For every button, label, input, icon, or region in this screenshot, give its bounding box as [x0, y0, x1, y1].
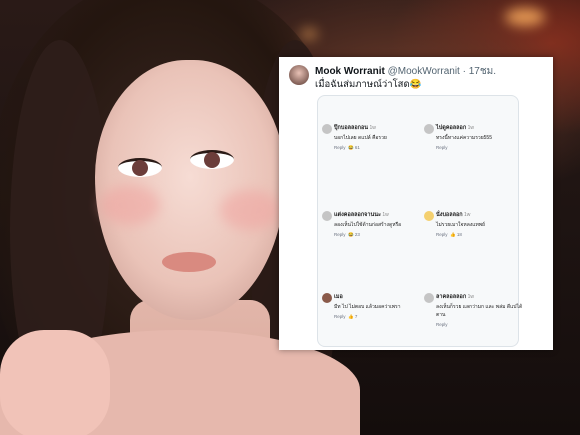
- handle-and-time: @MookWorranit · 17ชม.: [387, 66, 496, 77]
- background-light: [505, 8, 545, 26]
- background-light: [300, 28, 318, 40]
- comment-time: 1w: [467, 294, 474, 300]
- comment-avatar: [424, 211, 434, 221]
- tweet-text: เมื่อฉันส่มภาษณ์ว่าโสด😂: [315, 79, 422, 90]
- comment-text: บอกไปเลย ดแปล์ คือรวย: [334, 135, 387, 141]
- comment-username: ไปดูคอลลอก: [436, 125, 467, 131]
- comment-text: ทรงนี้ทางแค่ความรวย555: [436, 135, 492, 141]
- display-name[interactable]: Mook Worranit: [315, 66, 385, 77]
- comment-text: ลงเห็นก็รวย แลกว่ามก และ พล่ม ดีแปได้ตาน: [436, 304, 523, 318]
- comment-username: ลาคลอลลอก: [436, 294, 467, 300]
- comment-time: 1w: [382, 212, 389, 218]
- like-count: 18: [456, 232, 462, 237]
- comment-avatar: [424, 124, 434, 134]
- comment-item: ปุ๊กบอลลอกอน 1w บอกไปเลย ดแปล์ คือรวย Re…: [322, 124, 429, 151]
- comment-item: นั่งบอลลอก 1w ไม่รวยเมาใจหลงแทพย์ Reply …: [424, 211, 531, 238]
- tweet-card[interactable]: Mook Worranit @MookWorranit · 17ชม. เมื่…: [279, 57, 553, 350]
- reply-link: Reply: [334, 232, 346, 237]
- comment-text: มีท ไป ไม่ตอบ แล้วมอคว่าเพรา: [334, 304, 401, 310]
- reply-link: Reply: [436, 232, 448, 237]
- lips: [162, 252, 216, 272]
- comment-time: 1w: [369, 125, 376, 131]
- eye-right: [190, 150, 234, 169]
- like-count: 23: [354, 232, 360, 237]
- comment-time: 1w: [467, 125, 474, 131]
- comment-avatar: [322, 124, 332, 134]
- comment-avatar: [424, 293, 434, 303]
- like-count: 61: [354, 145, 360, 150]
- reply-link: Reply: [334, 314, 346, 319]
- comment-username: เมอ: [334, 294, 343, 300]
- comment-text: ลองเห็นไปใช้ด้านก่อสร้างดูหรือ: [334, 222, 402, 228]
- comment-username: ปุ๊กบอลลอกอน: [334, 125, 369, 131]
- comment-time: 1w: [464, 212, 471, 218]
- comment-item: แต่งคอลลอกจานนะ 1w ลองเห็นไปใช้ด้านก่อสร…: [322, 211, 429, 238]
- comment-item: ลาคลอลลอก 1w ลงเห็นก็รวย แลกว่ามก และ พล…: [424, 293, 531, 327]
- comment-username: นั่งบอลลอก: [436, 212, 463, 218]
- like-count: 7: [354, 314, 358, 319]
- comment-avatar: [322, 293, 332, 303]
- comment-username: แต่งคอลลอกจานนะ: [334, 212, 381, 218]
- reply-link: Reply: [334, 145, 346, 150]
- eye-left: [118, 158, 162, 177]
- comment-item: เมอ มีท ไป ไม่ตอบ แล้วมอคว่าเพรา Reply 👍…: [322, 293, 429, 320]
- avatar[interactable]: [289, 65, 309, 85]
- comment-text: ไม่รวยเมาใจหลงแทพย์: [436, 222, 485, 228]
- cheek: [220, 190, 280, 230]
- embedded-screenshot[interactable]: ปุ๊กบอลลอกอน 1w บอกไปเลย ดแปล์ คือรวย Re…: [317, 95, 522, 347]
- comment-avatar: [322, 211, 332, 221]
- reply-link: Reply: [436, 322, 448, 327]
- cheek: [100, 185, 160, 225]
- hand: [0, 330, 110, 435]
- reply-link: Reply: [436, 145, 448, 150]
- comment-item: ไปดูคอลลอก 1w ทรงนี้ทางแค่ความรวย555 Rep…: [424, 124, 531, 150]
